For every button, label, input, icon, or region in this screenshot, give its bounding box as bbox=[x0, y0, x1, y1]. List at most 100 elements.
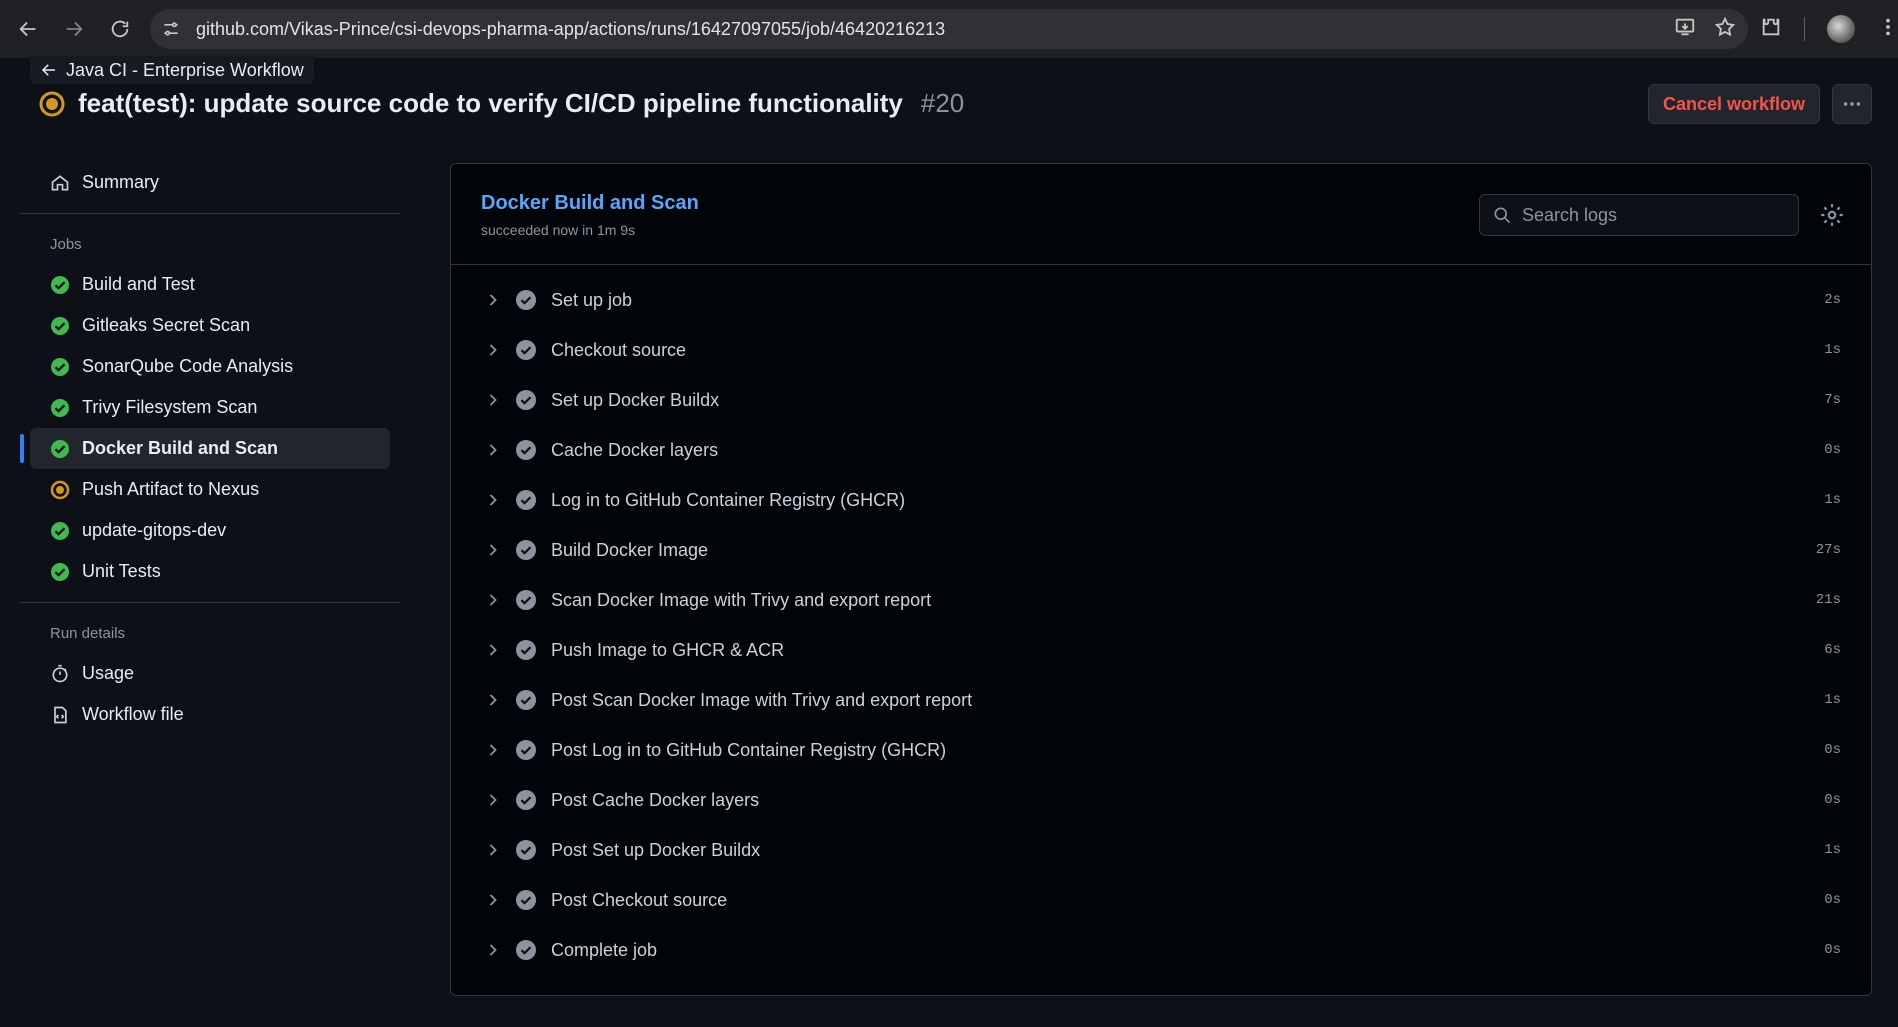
step-check-icon bbox=[516, 890, 536, 910]
step-check-icon bbox=[516, 940, 536, 960]
job-header: Docker Build and Scan succeeded now in 1… bbox=[451, 164, 1871, 265]
chevron-right-icon[interactable] bbox=[483, 690, 503, 710]
sidebar-job-label: Unit Tests bbox=[82, 561, 161, 581]
run-details-heading: Run details bbox=[50, 624, 126, 642]
step-duration: 0s bbox=[1824, 892, 1841, 908]
cancel-workflow-button[interactable]: Cancel workflow bbox=[1648, 84, 1820, 124]
log-step-row[interactable]: Push Image to GHCR & ACR 6s bbox=[451, 625, 1871, 675]
sidebar-item-label: Summary bbox=[82, 172, 160, 192]
chevron-right-icon[interactable] bbox=[483, 790, 503, 810]
sidebar-job-item[interactable]: SonarQube Code Analysis bbox=[30, 346, 390, 387]
step-duration: 0s bbox=[1824, 742, 1841, 758]
site-settings-icon[interactable] bbox=[156, 14, 186, 44]
url-text[interactable]: github.com/Vikas-Prince/csi-devops-pharm… bbox=[196, 19, 945, 40]
step-check-icon bbox=[516, 540, 536, 560]
toolbar-divider bbox=[1804, 17, 1805, 41]
log-step-row[interactable]: Build Docker Image 27s bbox=[451, 525, 1871, 575]
chevron-right-icon[interactable] bbox=[483, 290, 503, 310]
step-check-icon bbox=[516, 440, 536, 460]
in-progress-status-icon bbox=[39, 91, 65, 116]
chevron-right-icon[interactable] bbox=[483, 840, 503, 860]
chevron-right-icon[interactable] bbox=[483, 390, 503, 410]
chevron-right-icon[interactable] bbox=[483, 440, 503, 460]
log-step-row[interactable]: Set up job 2s bbox=[451, 275, 1871, 325]
run-number: #20 bbox=[920, 88, 965, 118]
step-duration: 6s bbox=[1824, 642, 1841, 658]
log-step-row[interactable]: Complete job 0s bbox=[451, 925, 1871, 975]
chevron-right-icon[interactable] bbox=[483, 890, 503, 910]
step-check-icon bbox=[516, 740, 536, 760]
job-title[interactable]: Docker Build and Scan bbox=[481, 192, 699, 215]
log-step-row[interactable]: Post Checkout source 0s bbox=[451, 875, 1871, 925]
step-duration: 1s bbox=[1824, 842, 1841, 858]
step-name: Post Cache Docker layers bbox=[551, 789, 760, 810]
step-name: Cache Docker layers bbox=[551, 439, 719, 460]
run-title-row: feat(test): update source code to verify… bbox=[38, 88, 964, 119]
step-duration: 1s bbox=[1824, 692, 1841, 708]
check-circle-icon bbox=[51, 357, 69, 376]
sidebar-divider bbox=[20, 213, 400, 214]
browser-menu-icon[interactable] bbox=[1877, 16, 1898, 43]
run-title: feat(test): update source code to verify… bbox=[78, 88, 903, 118]
search-logs-box[interactable] bbox=[1479, 194, 1799, 236]
run-sidebar: Summary Jobs Build and Test Gitleaks Secr… bbox=[20, 162, 400, 735]
sidebar-item-workflow-file[interactable]: Workflow file bbox=[30, 694, 390, 735]
step-name: Push Image to GHCR & ACR bbox=[551, 639, 785, 660]
sidebar-job-item[interactable]: update-gitops-dev bbox=[30, 510, 390, 551]
log-step-row[interactable]: Post Log in to GitHub Container Registry… bbox=[451, 725, 1871, 775]
log-step-row[interactable]: Checkout source 1s bbox=[451, 325, 1871, 375]
job-status-text: succeeded now in 1m 9s bbox=[481, 222, 636, 238]
check-circle-icon bbox=[51, 521, 69, 540]
sidebar-job-label: Push Artifact to Nexus bbox=[82, 479, 260, 499]
forward-arrow-icon[interactable] bbox=[56, 11, 92, 47]
profile-avatar[interactable] bbox=[1827, 15, 1855, 43]
step-name: Set up Docker Buildx bbox=[551, 389, 720, 410]
sidebar-job-item[interactable]: Unit Tests bbox=[30, 551, 390, 592]
log-step-row[interactable]: Cache Docker layers 0s bbox=[451, 425, 1871, 475]
check-circle-icon bbox=[51, 316, 69, 335]
step-name: Set up job bbox=[551, 289, 633, 310]
install-app-icon[interactable] bbox=[1674, 16, 1696, 43]
chevron-right-icon[interactable] bbox=[483, 590, 503, 610]
kebab-horizontal-icon bbox=[1843, 102, 1861, 106]
chevron-right-icon[interactable] bbox=[483, 940, 503, 960]
chevron-right-icon[interactable] bbox=[483, 340, 503, 360]
sidebar-job-item[interactable]: Trivy Filesystem Scan bbox=[30, 387, 390, 428]
log-step-row[interactable]: Post Set up Docker Buildx 1s bbox=[451, 825, 1871, 875]
back-to-workflow-link[interactable]: Java CI - Enterprise Workflow bbox=[30, 56, 314, 84]
reload-icon[interactable] bbox=[102, 11, 138, 47]
log-step-row[interactable]: Scan Docker Image with Trivy and export … bbox=[451, 575, 1871, 625]
sidebar-item-summary[interactable]: Summary bbox=[30, 162, 390, 203]
bookmark-star-icon[interactable] bbox=[1714, 16, 1736, 43]
sidebar-item-label: Workflow file bbox=[82, 704, 184, 724]
step-name: Post Checkout source bbox=[551, 889, 728, 910]
step-name: Post Log in to GitHub Container Registry… bbox=[551, 739, 947, 760]
sidebar-job-item[interactable]: Build and Test bbox=[30, 264, 390, 305]
chevron-right-icon[interactable] bbox=[483, 540, 503, 560]
sidebar-job-item[interactable]: Docker Build and Scan bbox=[20, 428, 390, 469]
log-step-row[interactable]: Post Cache Docker layers 0s bbox=[451, 775, 1871, 825]
sidebar-job-item[interactable]: Gitleaks Secret Scan bbox=[30, 305, 390, 346]
search-icon bbox=[1494, 207, 1511, 224]
extensions-icon[interactable] bbox=[1760, 16, 1782, 43]
step-check-icon bbox=[516, 490, 536, 510]
sidebar-job-label: Build and Test bbox=[82, 274, 195, 294]
check-circle-icon bbox=[51, 398, 69, 417]
chevron-right-icon[interactable] bbox=[483, 740, 503, 760]
sidebar-item-usage[interactable]: Usage bbox=[30, 653, 390, 694]
log-step-row[interactable]: Post Scan Docker Image with Trivy and ex… bbox=[451, 675, 1871, 725]
back-arrow-icon[interactable] bbox=[10, 11, 46, 47]
gear-icon[interactable] bbox=[1819, 202, 1845, 228]
more-options-button[interactable] bbox=[1832, 84, 1872, 124]
stopwatch-icon bbox=[52, 664, 68, 682]
address-bar[interactable]: github.com/Vikas-Prince/csi-devops-pharm… bbox=[150, 9, 1748, 49]
chevron-right-icon[interactable] bbox=[483, 490, 503, 510]
chevron-right-icon[interactable] bbox=[483, 640, 503, 660]
sidebar-divider bbox=[20, 602, 400, 603]
sidebar-job-label: Trivy Filesystem Scan bbox=[82, 397, 258, 417]
log-step-row[interactable]: Set up Docker Buildx 7s bbox=[451, 375, 1871, 425]
sidebar-job-item[interactable]: Push Artifact to Nexus bbox=[30, 469, 390, 510]
step-name: Scan Docker Image with Trivy and export … bbox=[551, 589, 932, 610]
search-logs-input[interactable] bbox=[1522, 204, 1782, 226]
log-step-row[interactable]: Log in to GitHub Container Registry (GHC… bbox=[451, 475, 1871, 525]
